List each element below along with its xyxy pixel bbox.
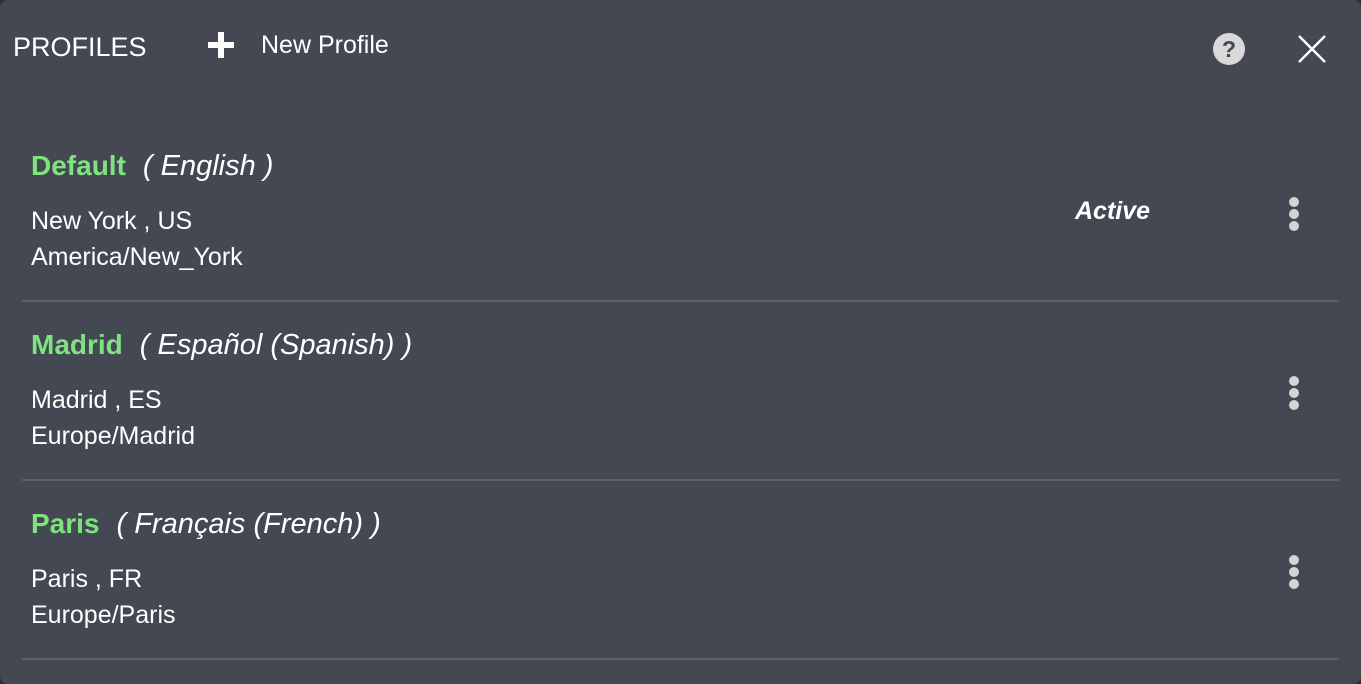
profiles-dialog: PROFILES New Profile ? Default ( English… (0, 0, 1361, 684)
more-vertical-icon[interactable] (1284, 555, 1304, 589)
profile-header: Paris ( Français (French) ) (31, 508, 381, 541)
profile-language: ( Español (Spanish) ) (139, 329, 413, 361)
dialog-title: PROFILES (13, 32, 147, 62)
more-vertical-icon[interactable] (1284, 376, 1304, 410)
close-icon[interactable] (1296, 33, 1328, 65)
help-icon[interactable]: ? (1213, 33, 1245, 65)
new-profile-button[interactable]: New Profile (206, 30, 389, 60)
profile-location: Madrid , ES (31, 386, 162, 414)
profile-location: Paris , FR (31, 565, 143, 593)
dialog-header: PROFILES New Profile ? (0, 0, 1361, 100)
profile-timezone: America/New_York (31, 243, 243, 271)
profile-timezone: Europe/Madrid (31, 422, 195, 450)
profile-header: Default ( English ) (31, 150, 273, 183)
profile-language: ( Français (French) ) (116, 508, 381, 540)
profile-item[interactable]: Madrid ( Español (Spanish) ) Madrid , ES… (22, 302, 1339, 481)
active-status-label: Active (1075, 197, 1151, 225)
more-vertical-icon[interactable] (1284, 197, 1304, 231)
profile-timezone: Europe/Paris (31, 601, 176, 629)
profile-list: Default ( English ) New York , US Americ… (22, 123, 1339, 660)
profile-location: New York , US (31, 207, 193, 235)
profile-item[interactable]: Paris ( Français (French) ) Paris , FR E… (22, 481, 1339, 660)
new-profile-label: New Profile (261, 30, 389, 59)
profile-name: Paris (31, 508, 100, 539)
profile-item[interactable]: Default ( English ) New York , US Americ… (22, 123, 1339, 302)
profile-language: ( English ) (142, 150, 274, 182)
profile-header: Madrid ( Español (Spanish) ) (31, 329, 412, 362)
profile-name: Madrid (31, 329, 123, 360)
plus-icon (206, 30, 236, 60)
profile-name: Default (31, 150, 126, 181)
